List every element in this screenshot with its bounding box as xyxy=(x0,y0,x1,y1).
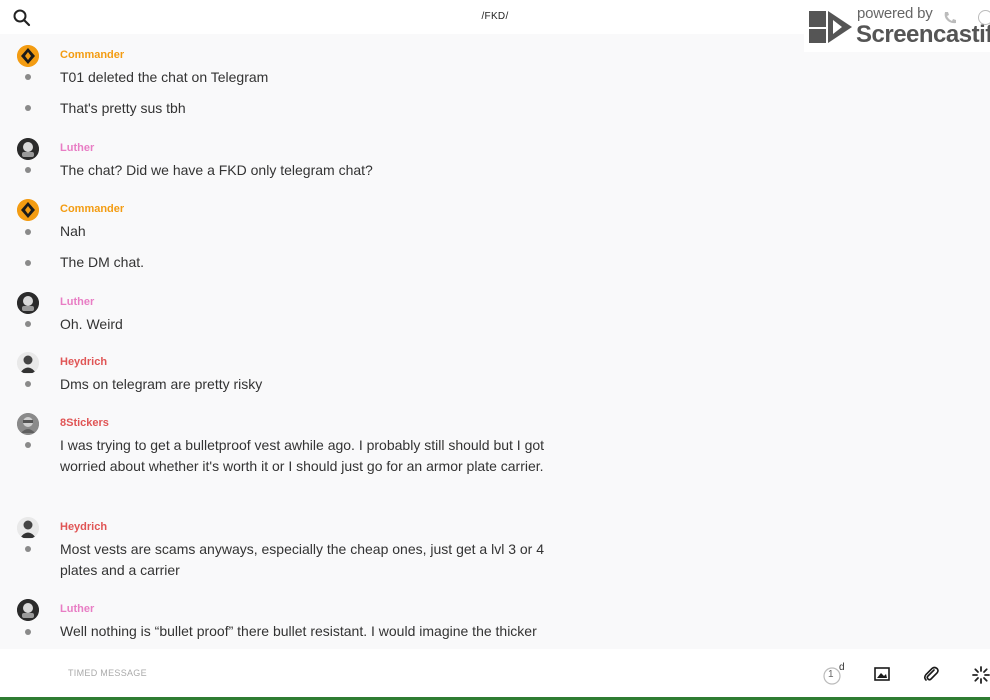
timer-value: 1 xyxy=(828,669,834,680)
message-bullet xyxy=(25,321,31,327)
author-name[interactable]: Luther xyxy=(60,603,94,615)
heydrich-avatar-icon[interactable] xyxy=(17,352,39,374)
luther-avatar-icon[interactable] xyxy=(17,138,39,160)
author-name[interactable]: Heydrich xyxy=(60,521,107,533)
message-text: Most vests are scams anyways, especially… xyxy=(60,541,545,578)
timer-unit: d xyxy=(839,662,845,673)
message-text: Well nothing is “bullet proof” there bul… xyxy=(60,623,537,639)
message-text: T01 deleted the chat on Telegram xyxy=(60,69,269,85)
image-upload-button[interactable] xyxy=(874,666,890,687)
paperclip-icon xyxy=(923,666,939,681)
message-text: Nah xyxy=(60,223,86,239)
8stickers-avatar-icon[interactable] xyxy=(17,413,39,435)
info-icon xyxy=(978,10,990,25)
message-bullet xyxy=(25,229,31,235)
luther-avatar-icon[interactable] xyxy=(17,292,39,314)
message-bullet xyxy=(25,381,31,387)
timer-button[interactable]: 1 d xyxy=(822,662,845,687)
author-name[interactable]: Luther xyxy=(60,142,94,154)
heydrich-avatar-icon[interactable] xyxy=(17,517,39,539)
author-name[interactable]: Heydrich xyxy=(60,356,107,368)
author-name[interactable]: Commander xyxy=(60,203,124,215)
author-name[interactable]: Luther xyxy=(60,296,94,308)
message-bullet xyxy=(25,167,31,173)
message-composer: TIMED MESSAGE 1 d xyxy=(0,649,990,700)
loading-spinner-icon xyxy=(972,666,990,689)
author-name[interactable]: 8Stickers xyxy=(60,417,109,429)
image-icon xyxy=(874,667,890,681)
timed-message-input[interactable]: TIMED MESSAGE xyxy=(68,668,147,678)
message-text: Dms on telegram are pretty risky xyxy=(60,376,263,392)
author-name[interactable]: Commander xyxy=(60,49,124,61)
message-feed: Commander T01 deleted the chat on Telegr… xyxy=(0,34,990,649)
message-text: The chat? Did we have a FKD only telegra… xyxy=(60,162,373,178)
message-bullet xyxy=(25,260,31,266)
phone-icon xyxy=(944,12,956,24)
message-text: That's pretty sus tbh xyxy=(60,100,186,116)
message-bullet xyxy=(25,442,31,448)
message-bullet xyxy=(25,74,31,80)
luther-avatar-icon[interactable] xyxy=(17,599,39,621)
message-text: I was trying to get a bulletproof vest a… xyxy=(60,437,545,474)
message-bullet xyxy=(25,105,31,111)
message-bullet xyxy=(25,546,31,552)
message-text: The DM chat. xyxy=(60,254,145,270)
message-bullet xyxy=(25,629,31,635)
attach-file-button[interactable] xyxy=(922,665,940,688)
message-text: Oh. Weird xyxy=(60,316,123,332)
commander-avatar-icon[interactable] xyxy=(17,199,39,221)
powered-by-label: powered by xyxy=(857,5,933,22)
commander-avatar-icon[interactable] xyxy=(17,45,39,67)
